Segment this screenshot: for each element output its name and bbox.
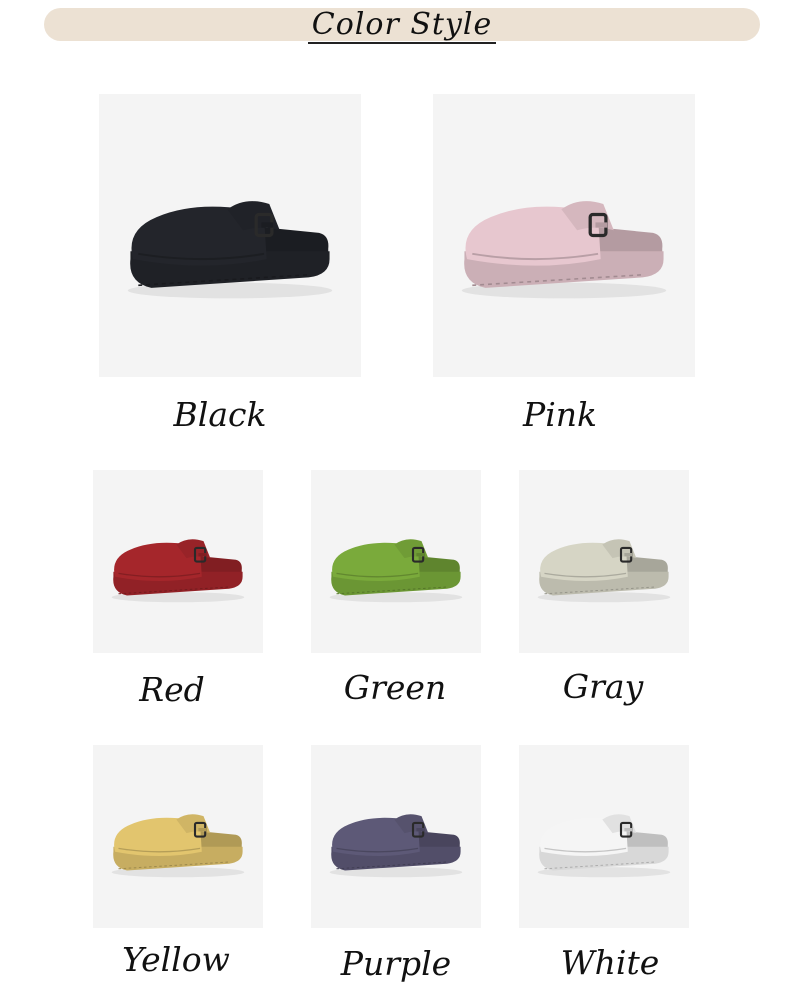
clog-pink	[461, 201, 667, 299]
clog-white	[537, 814, 671, 878]
clog-green	[329, 539, 463, 603]
title-banner: Color Style	[44, 7, 760, 44]
swatch-image-white	[519, 739, 697, 928]
clog-purple	[329, 814, 463, 878]
color-label-black: Black	[173, 395, 267, 434]
clog-red	[111, 539, 245, 603]
color-label-pink: Pink	[522, 395, 597, 434]
clog-black	[127, 201, 333, 299]
clog-yellow	[111, 814, 245, 878]
page-title: Color Style	[44, 7, 760, 44]
color-label-yellow: Yellow	[122, 940, 230, 979]
swatch-image-red	[93, 464, 271, 653]
swatch-image-black	[99, 88, 369, 377]
swatch-image-green	[311, 464, 489, 653]
clog-gray	[537, 539, 671, 603]
color-label-gray: Gray	[562, 667, 644, 706]
swatch-image-purple	[311, 739, 489, 928]
swatch-image-yellow	[93, 739, 271, 928]
color-label-white: White	[560, 943, 660, 982]
color-label-green: Green	[343, 668, 447, 707]
color-label-red: Red	[139, 670, 205, 709]
color-label-purple: Purple	[340, 944, 452, 983]
swatch-image-gray	[519, 464, 697, 653]
swatch-image-pink	[433, 88, 703, 377]
